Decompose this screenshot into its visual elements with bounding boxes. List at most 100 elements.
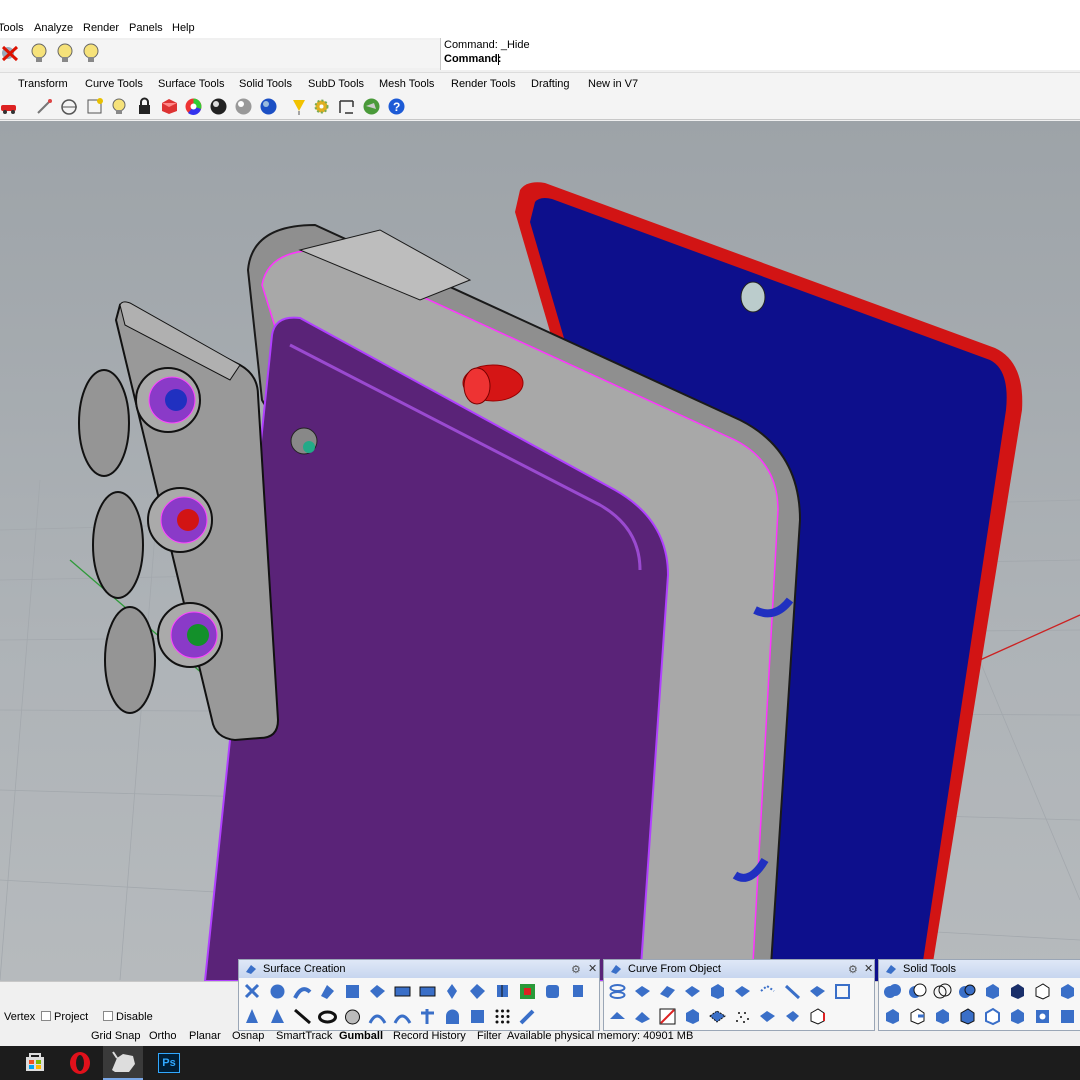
osnap-disable-checkbox[interactable] — [103, 1011, 113, 1021]
extract-pt-icon[interactable] — [833, 982, 852, 1001]
menu-panels[interactable]: Panels — [129, 22, 163, 34]
curve-from-object-gear-icon[interactable]: ⚙ — [848, 963, 858, 976]
tab-render-tools[interactable]: Render Tools — [451, 78, 516, 90]
spotlight-icon[interactable] — [290, 97, 309, 116]
heightfield-icon[interactable] — [518, 982, 537, 1001]
sweep-one-icon[interactable] — [293, 1007, 312, 1026]
dup-border-icon[interactable] — [758, 982, 777, 1001]
help-icon[interactable]: ? — [387, 97, 406, 116]
snap-icon[interactable] — [35, 97, 54, 116]
surface-creation-title-bar[interactable]: Surface Creation ⚙ ✕ — [239, 960, 599, 978]
osnap-project-checkbox[interactable] — [41, 1011, 51, 1021]
status-smarttrack[interactable]: SmartTrack — [276, 1030, 332, 1042]
perspective-viewport[interactable] — [0, 121, 1080, 981]
status-grid-snap[interactable]: Grid Snap — [91, 1030, 141, 1042]
options-gear-icon[interactable] — [312, 97, 331, 116]
blue-sphere-icon[interactable] — [259, 97, 278, 116]
unroll-icon[interactable] — [758, 1007, 777, 1026]
mesh-section-icon[interactable] — [783, 1007, 802, 1026]
offset-surface-curve-icon[interactable] — [633, 1007, 652, 1026]
dimension-icon[interactable] — [337, 97, 356, 116]
cone-surface-icon[interactable] — [243, 1007, 262, 1026]
patch-icon[interactable] — [343, 982, 362, 1001]
fillet-edge-icon[interactable] — [1058, 982, 1077, 1001]
loft-icon[interactable] — [318, 982, 337, 1001]
menu-render[interactable]: Render — [83, 22, 119, 34]
lightbulb-lock-icon[interactable] — [80, 42, 102, 64]
menu-tools[interactable]: Tools — [0, 22, 24, 34]
box-solid-icon[interactable] — [983, 982, 1002, 1001]
tab-new-in-v7[interactable]: New in V7 — [588, 78, 638, 90]
status-osnap[interactable]: Osnap — [232, 1030, 264, 1042]
surface-creation-palette[interactable]: Surface Creation ⚙ ✕ — [238, 959, 600, 1031]
status-filter[interactable]: Filter — [477, 1030, 501, 1042]
solid-tools-palette[interactable]: Solid Tools — [878, 959, 1080, 1031]
arch-icon[interactable] — [443, 1007, 462, 1026]
solid-tools-title-bar[interactable]: Solid Tools — [879, 960, 1080, 978]
silhouette-icon[interactable] — [658, 982, 677, 1001]
boolean-intersection-icon[interactable] — [933, 982, 952, 1001]
plane-icon[interactable] — [393, 982, 412, 1001]
surface-creation-close-icon[interactable]: ✕ — [588, 962, 597, 975]
move-edge-icon[interactable] — [933, 1007, 952, 1026]
contour-icon[interactable] — [608, 982, 627, 1001]
pull-icon[interactable] — [733, 982, 752, 1001]
tab-subd-tools[interactable]: SubD Tools — [308, 78, 364, 90]
point-cloud-icon[interactable] — [733, 1007, 752, 1026]
extract-isocurve-icon[interactable] — [783, 982, 802, 1001]
status-ortho[interactable]: Ortho — [149, 1030, 177, 1042]
lightbulb-icon[interactable] — [110, 97, 129, 116]
circle-target-icon[interactable] — [60, 97, 79, 116]
network-surface-icon[interactable] — [493, 982, 512, 1001]
extract-surface-icon[interactable] — [1033, 982, 1052, 1001]
point-grid-icon[interactable] — [493, 1007, 512, 1026]
osnap-vertex[interactable]: Vertex — [4, 1011, 35, 1023]
drape-icon[interactable] — [543, 982, 562, 1001]
menu-help[interactable]: Help — [172, 22, 195, 34]
curve-network-icon[interactable] — [418, 1007, 437, 1026]
tab-mesh-tools[interactable]: Mesh Tools — [379, 78, 434, 90]
osnap-project[interactable]: Project — [41, 1011, 88, 1023]
lightbulb-hide-icon[interactable] — [54, 42, 76, 64]
fin-icon[interactable] — [268, 1007, 287, 1026]
curve-rail-icon[interactable] — [658, 1007, 677, 1026]
duplicate-edge-icon[interactable] — [708, 982, 727, 1001]
sweep-icon[interactable] — [293, 982, 312, 1001]
boolean-difference-icon[interactable] — [908, 982, 927, 1001]
grid-snap-icon[interactable] — [85, 97, 104, 116]
color-wheel-icon[interactable] — [184, 97, 203, 116]
intersect-icon[interactable] — [608, 1007, 627, 1026]
cube-curve-icon[interactable] — [683, 1007, 702, 1026]
status-planar[interactable]: Planar — [189, 1030, 221, 1042]
revolve-icon[interactable] — [443, 982, 462, 1001]
rendered-sphere-icon[interactable] — [234, 97, 253, 116]
shell-icon[interactable] — [983, 1007, 1002, 1026]
sweep-two-icon[interactable] — [393, 1007, 412, 1026]
extrude-icon[interactable] — [568, 982, 587, 1001]
menu-analyze[interactable]: Analyze — [34, 22, 73, 34]
section-icon[interactable] — [633, 982, 652, 1001]
material-icon[interactable] — [160, 97, 179, 116]
status-record-history[interactable]: Record History — [393, 1030, 466, 1042]
rhino-button[interactable] — [103, 1046, 143, 1080]
status-gumball[interactable]: Gumball — [339, 1030, 383, 1042]
cap-planar-holes-icon[interactable] — [1008, 982, 1027, 1001]
curve-from-object-close-icon[interactable]: ✕ — [864, 962, 873, 975]
rail-sweep-icon[interactable] — [368, 1007, 387, 1026]
command-input[interactable] — [498, 52, 1078, 66]
boolean-split-icon[interactable] — [958, 982, 977, 1001]
opera-button[interactable] — [60, 1046, 100, 1080]
wire-cut-icon[interactable] — [1008, 1007, 1027, 1026]
edge-surface-icon[interactable] — [368, 982, 387, 1001]
tab-drafting[interactable]: Drafting — [531, 78, 570, 90]
osnap-disable[interactable]: Disable — [103, 1011, 153, 1023]
store-button[interactable] — [15, 1046, 55, 1080]
pipe-icon[interactable] — [883, 1007, 902, 1026]
boolean-union-icon[interactable] — [883, 982, 902, 1001]
move-face-icon[interactable] — [908, 1007, 927, 1026]
tab-solid-tools[interactable]: Solid Tools — [239, 78, 292, 90]
pencil-surface-icon[interactable] — [518, 1007, 537, 1026]
surface-from-points-icon[interactable] — [243, 982, 262, 1001]
car-icon[interactable] — [0, 97, 19, 116]
tab-transform[interactable]: Transform — [18, 78, 68, 90]
